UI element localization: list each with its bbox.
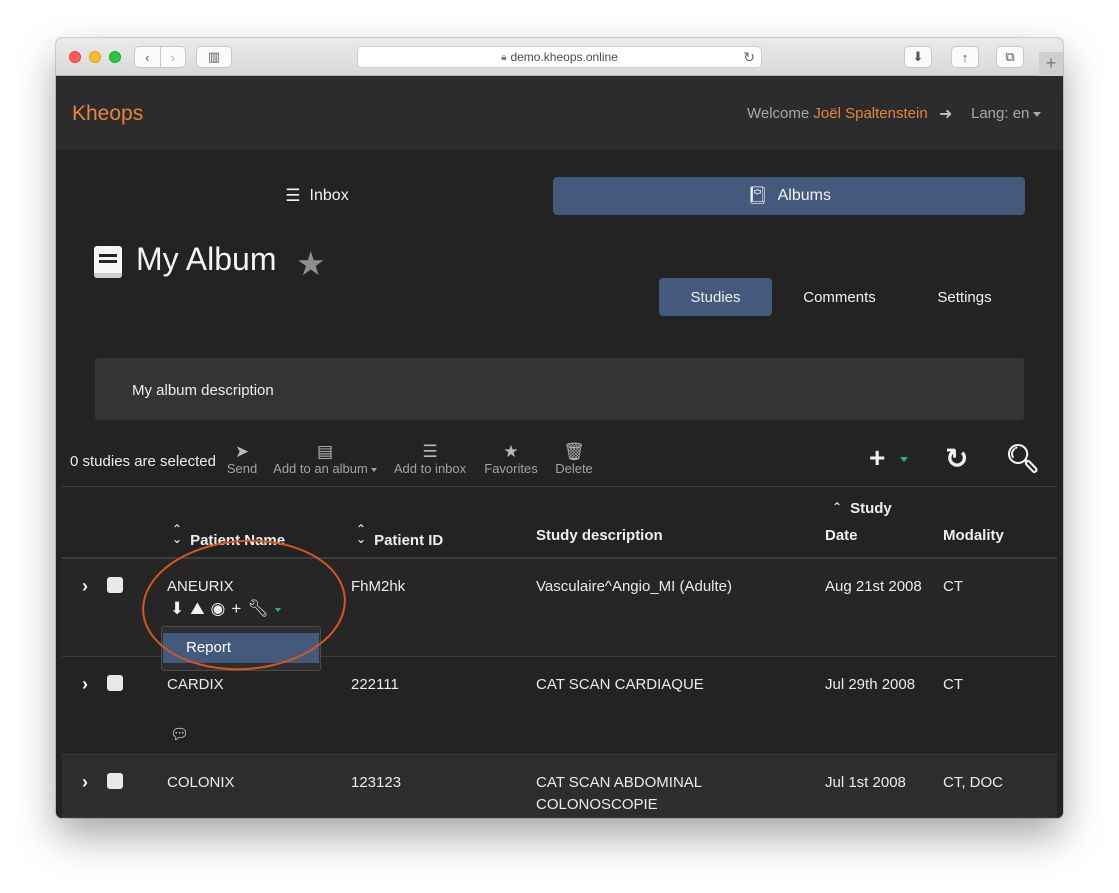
favorites-button[interactable]: ★ Favorites [483, 442, 539, 476]
language-label: Lang: en [971, 105, 1030, 122]
plus-icon[interactable]: + [1039, 52, 1063, 76]
search-icon[interactable]: 🔍︎ [1005, 442, 1041, 475]
caret-down-icon [370, 467, 377, 472]
chevron-left-icon[interactable]: ‹ [135, 50, 160, 65]
sort-icon: ⌃ ⌄ [172, 522, 183, 546]
header-study-description: Study description [536, 527, 663, 544]
welcome-label: Welcome [747, 105, 810, 122]
patient-name: CARDIX [167, 676, 224, 693]
patient-name: COLONIX [167, 774, 235, 791]
study-date: Jul 1st 2008 [825, 774, 906, 791]
chevron-right-icon[interactable]: › [161, 50, 186, 65]
caret-down-icon [1033, 111, 1042, 117]
paper-plane-icon: ➤ [234, 442, 250, 461]
minimize-window-button[interactable] [89, 51, 101, 63]
tabs-icon[interactable]: ⧉ [996, 46, 1024, 68]
row-checkbox[interactable] [107, 675, 123, 691]
header-study-date-label-2: Date [825, 527, 858, 544]
brand-logo[interactable]: Kheops [72, 102, 143, 126]
comment-icon[interactable]: 💬︎ [170, 725, 189, 743]
table-row[interactable]: › COLONIX 123123 CAT SCAN ABDOMINAL COLO… [62, 755, 1057, 818]
chevron-right-icon[interactable]: › [82, 576, 88, 597]
sidebar-icon[interactable]: ▥ [196, 46, 232, 68]
add-to-inbox-label: Add to inbox [393, 461, 467, 476]
tab-settings[interactable]: Settings [908, 278, 1021, 316]
album-book-icon [94, 246, 122, 278]
language-selector[interactable]: Lang: en [971, 105, 1042, 122]
history-nav: ‹ › [134, 46, 186, 68]
patient-id: 222111 [351, 676, 399, 693]
study-description: CAT SCAN ABDOMINAL COLONOSCOPIE [536, 774, 702, 813]
logout-icon[interactable]: ➜ [939, 104, 952, 124]
header-study-date-label-1: Study [850, 500, 892, 517]
study-description: CAT SCAN CARDIAQUE [536, 676, 704, 693]
add-to-album-button[interactable]: ▤ Add to an album [273, 442, 377, 476]
caret-down-icon[interactable] [900, 457, 908, 462]
delete-button[interactable]: 🗑︎ Delete [553, 442, 595, 476]
add-to-inbox-button[interactable]: ☰ Add to inbox [393, 442, 467, 476]
chevron-right-icon[interactable]: › [82, 772, 88, 793]
tab-comments[interactable]: Comments [783, 278, 896, 316]
send-button[interactable]: ➤ Send [226, 442, 258, 476]
refresh-icon[interactable]: ↻ [945, 442, 968, 475]
send-label: Send [226, 461, 258, 476]
top-navbar: Kheops Welcome Joël Spaltenstein ➜ Lang:… [56, 76, 1063, 150]
study-date: Aug 21st 2008 [825, 578, 922, 595]
study-description: Vasculaire^Angio_MI (Adulte) [536, 578, 733, 595]
book-icon: 📔︎ [747, 186, 769, 205]
patient-id: 123123 [351, 774, 402, 791]
modality: CT, DOC [943, 774, 1003, 791]
address-bar[interactable]: 🔒︎ demo.kheops.online ↻ [357, 46, 762, 68]
kheops-app: Kheops Welcome Joël Spaltenstein ➜ Lang:… [56, 76, 1063, 818]
share-icon[interactable]: ↑ [951, 46, 979, 68]
patient-id: FhM2hk [351, 578, 406, 595]
selection-count: 0 studies are selected [70, 453, 216, 470]
browser-window: ‹ › ▥ 🔒︎ demo.kheops.online ↻ ⬇︎ ↑ ⧉ + K… [56, 38, 1063, 818]
inbox-tab-label: Inbox [309, 187, 349, 204]
sort-icon: ⌃ ⌄ [356, 522, 367, 546]
sort-asc-icon: ⌃ [832, 500, 843, 514]
chevron-right-icon[interactable]: › [82, 674, 88, 695]
list-icon: ☰ [285, 186, 301, 205]
download-icon[interactable]: ⬇︎ [904, 46, 932, 68]
user-name[interactable]: Joël Spaltenstein [813, 105, 927, 122]
add-study-button[interactable]: + [869, 442, 885, 474]
header-patient-id-label: Patient ID [374, 532, 444, 549]
inbox-tab[interactable]: ☰ Inbox [81, 177, 553, 215]
albums-tab-label: Albums [777, 187, 831, 204]
trash-icon: 🗑︎ [563, 442, 585, 461]
list-icon: ☰ [422, 442, 438, 461]
modality: CT [943, 578, 963, 595]
table-row[interactable]: › CARDIX 222111 CAT SCAN CARDIAQUE Jul 2… [62, 657, 1057, 755]
url-text: demo.kheops.online [510, 50, 618, 64]
add-to-album-label: Add to an album [273, 461, 368, 476]
delete-label: Delete [555, 461, 593, 476]
zoom-window-button[interactable] [109, 51, 121, 63]
welcome-message: Welcome Joël Spaltenstein [747, 105, 928, 122]
star-icon[interactable]: ★ [296, 244, 326, 283]
header-patient-id[interactable]: ⌃ ⌄ Patient ID [356, 522, 444, 549]
tab-studies[interactable]: Studies [659, 278, 772, 316]
albums-tab[interactable]: 📔︎ Albums [553, 177, 1025, 215]
header-modality: Modality [943, 527, 1004, 544]
row-checkbox[interactable] [107, 577, 123, 593]
album-description: My album description [95, 358, 1024, 420]
album-title: My Album [136, 241, 277, 277]
close-window-button[interactable] [69, 51, 81, 63]
lock-icon: 🔒︎ [501, 51, 507, 63]
modality: CT [943, 676, 963, 693]
favorites-label: Favorites [484, 461, 538, 476]
study-date: Jul 29th 2008 [825, 676, 916, 693]
browser-toolbar: ‹ › ▥ 🔒︎ demo.kheops.online ↻ ⬇︎ ↑ ⧉ + [56, 38, 1063, 76]
reload-icon[interactable]: ↻ [743, 49, 755, 66]
header-study-date[interactable]: ⌃ Study [832, 500, 892, 517]
book-icon: ▤ [316, 442, 334, 461]
star-icon: ★ [503, 442, 519, 461]
row-checkbox[interactable] [107, 773, 123, 789]
